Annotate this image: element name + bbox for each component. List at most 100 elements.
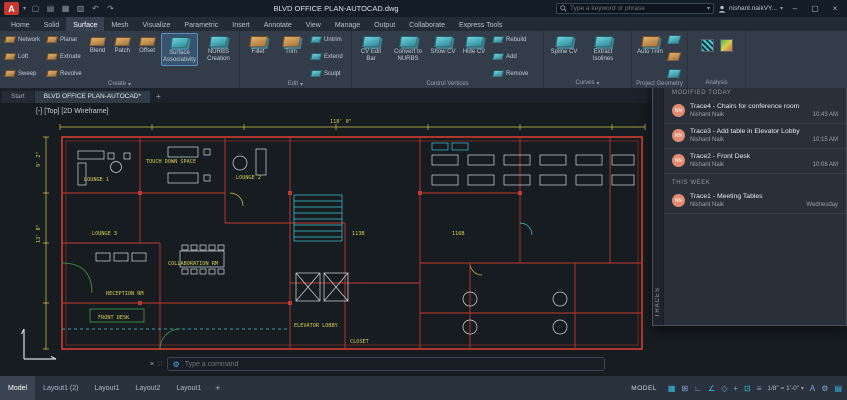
blend-button[interactable]: Blend xyxy=(87,33,109,54)
tab-visualize[interactable]: Visualize xyxy=(136,17,178,31)
panel-label-edit[interactable]: Edit ▾ xyxy=(240,80,351,88)
viewport-collapse-control[interactable]: [-] xyxy=(36,108,42,115)
layout-tab-model[interactable]: Model xyxy=(0,376,36,400)
layout-tab-layout1-2[interactable]: Layout1 (2) xyxy=(35,376,86,400)
customization-icon[interactable]: ▤ xyxy=(834,384,842,393)
tab-manage[interactable]: Manage xyxy=(328,17,367,31)
file-tab-active-drawing[interactable]: BLVD OFFICE PLAN-AUTOCAD* xyxy=(34,91,151,103)
tab-express-tools[interactable]: Express Tools xyxy=(452,17,509,31)
new-drawing-tab-button[interactable]: + xyxy=(151,92,166,103)
hide-cv-button[interactable]: Hide CV xyxy=(460,33,488,57)
command-customize-icon[interactable]: ⚙ xyxy=(173,360,180,369)
remove-button[interactable]: Remove xyxy=(491,69,530,78)
panel-label-analysis[interactable]: Analysis xyxy=(688,78,745,88)
panel-label-curves[interactable]: Curves ▾ xyxy=(544,78,631,88)
layout-tab-layout1[interactable]: Layout1 xyxy=(87,376,128,400)
command-close-icon[interactable]: × xyxy=(150,361,154,368)
workspace-settings-icon[interactable]: ⚙ xyxy=(821,384,828,393)
trace-list-item[interactable]: NN Trace2 - Front Desk Nishant Naik 10:08… xyxy=(664,149,846,174)
autocad-logo[interactable]: A xyxy=(4,2,19,15)
convert-to-nurbs-button[interactable]: Convert to NURBS xyxy=(390,33,426,64)
viewport-view-control[interactable]: [Top] xyxy=(44,108,59,115)
tab-annotate[interactable]: Annotate xyxy=(257,17,299,31)
project-to-view-icon[interactable] xyxy=(666,52,682,61)
file-tab-start[interactable]: Start xyxy=(2,91,34,103)
layout-tab-layout2[interactable]: Layout2 xyxy=(127,376,168,400)
panel-label-control-vertices[interactable]: Control Vertices xyxy=(352,80,543,88)
keyword-search[interactable]: ▾ xyxy=(556,3,715,14)
trim-button[interactable]: Trim xyxy=(276,33,306,57)
open-icon[interactable]: ▤ xyxy=(45,4,56,13)
extrude-button[interactable]: Extrude xyxy=(45,52,84,61)
traces-palette-title-bar[interactable]: TRACES xyxy=(653,69,664,325)
grid-display-icon[interactable]: ▦ xyxy=(668,384,676,393)
project-to-2-points-icon[interactable] xyxy=(666,69,682,78)
new-icon[interactable]: ▢ xyxy=(30,4,41,13)
tab-view[interactable]: View xyxy=(299,17,328,31)
undo-icon[interactable]: ↶ xyxy=(90,4,101,13)
sculpt-button[interactable]: Sculpt xyxy=(309,69,345,78)
panel-label-project-geometry[interactable]: Project Geometry xyxy=(632,80,687,88)
sweep-button[interactable]: Sweep xyxy=(3,69,42,78)
tab-solid[interactable]: Solid xyxy=(37,17,67,31)
object-snap-icon[interactable]: ⊡ xyxy=(744,384,751,393)
fillet-button[interactable]: Fillet xyxy=(243,33,273,57)
new-layout-button[interactable]: + xyxy=(209,383,226,393)
close-button[interactable]: × xyxy=(827,4,843,13)
cv-edit-bar-button[interactable]: CV Edit Bar xyxy=(355,33,387,64)
annotation-scale-icon[interactable]: A xyxy=(810,384,815,393)
minimize-button[interactable]: – xyxy=(787,4,803,13)
ortho-mode-icon[interactable]: ∟ xyxy=(694,384,702,393)
tab-home[interactable]: Home xyxy=(4,17,37,31)
polar-tracking-icon[interactable]: ∠ xyxy=(708,384,715,393)
layout-tab-layout1-b[interactable]: Layout1 xyxy=(168,376,209,400)
command-input[interactable] xyxy=(184,360,599,368)
trace-list-item[interactable]: NN Trace3 - Add table in Elevator Lobby … xyxy=(664,124,846,149)
object-snap-tracking-icon[interactable]: + xyxy=(733,384,738,393)
app-menu-caret-icon[interactable]: ▾ xyxy=(23,5,26,12)
viewport-visual-style-control[interactable]: [2D Wireframe] xyxy=(61,108,108,115)
signed-in-user[interactable]: nishant.naikVY... ▾ xyxy=(718,5,783,13)
search-input[interactable] xyxy=(570,5,705,12)
panel-label-create[interactable]: Create ▾ xyxy=(0,80,239,88)
planar-button[interactable]: Planar xyxy=(45,35,84,44)
zebra-analysis-icon[interactable] xyxy=(700,39,714,52)
tab-insert[interactable]: Insert xyxy=(225,17,257,31)
maximize-button[interactable]: ▢ xyxy=(807,4,823,13)
annotation-scale-control[interactable]: 1/8" = 1'-0" ▾ xyxy=(767,385,804,392)
save-icon[interactable]: ▦ xyxy=(60,4,71,13)
curvature-analysis-icon[interactable] xyxy=(719,39,733,52)
network-button[interactable]: Network xyxy=(3,35,42,44)
patch-button[interactable]: Patch xyxy=(111,33,133,54)
trace-list-item[interactable]: NN Trace4 - Chairs for conference room N… xyxy=(664,99,846,124)
lineweight-icon[interactable]: ≡ xyxy=(757,384,762,393)
print-icon[interactable]: ▥ xyxy=(75,4,86,13)
project-to-ucs-icon[interactable] xyxy=(666,35,682,44)
redo-icon[interactable]: ↷ xyxy=(105,4,116,13)
tab-surface[interactable]: Surface xyxy=(66,17,105,31)
auto-trim-button[interactable]: Auto Trim xyxy=(635,33,665,57)
user-caret-icon[interactable]: ▾ xyxy=(780,5,783,12)
untrim-button[interactable]: Untrim xyxy=(309,35,345,44)
add-button[interactable]: Add xyxy=(491,52,530,61)
offset-button[interactable]: Offset xyxy=(136,33,158,54)
command-grip-handle[interactable]: ∷ xyxy=(158,360,162,368)
model-space-toggle[interactable]: MODEL xyxy=(626,385,662,392)
nurbs-creation-button[interactable]: NURBS Creation xyxy=(201,33,236,64)
tab-mesh[interactable]: Mesh xyxy=(104,17,135,31)
rebuild-button[interactable]: Rebuild xyxy=(491,35,530,44)
tab-parametric[interactable]: Parametric xyxy=(177,17,225,31)
isometric-drafting-icon[interactable]: ◇ xyxy=(721,384,727,393)
tab-output[interactable]: Output xyxy=(367,17,402,31)
extend-button[interactable]: Extend xyxy=(309,52,345,61)
search-caret-icon[interactable]: ▾ xyxy=(707,5,710,12)
snap-mode-icon[interactable]: ⊞ xyxy=(681,384,688,393)
trace-list-item[interactable]: NN Trace1 - Meeting Tables Nishant Naik W… xyxy=(664,189,846,214)
extract-isolines-button[interactable]: Extract Isolines xyxy=(584,33,622,64)
tab-collaborate[interactable]: Collaborate xyxy=(402,17,452,31)
command-bar[interactable]: ⚙ xyxy=(166,357,605,371)
revolve-button[interactable]: Revolve xyxy=(45,69,84,78)
loft-button[interactable]: Loft xyxy=(3,52,42,61)
show-cv-button[interactable]: Show CV xyxy=(429,33,457,57)
surface-associativity-button[interactable]: Surface Associativity xyxy=(160,33,198,66)
